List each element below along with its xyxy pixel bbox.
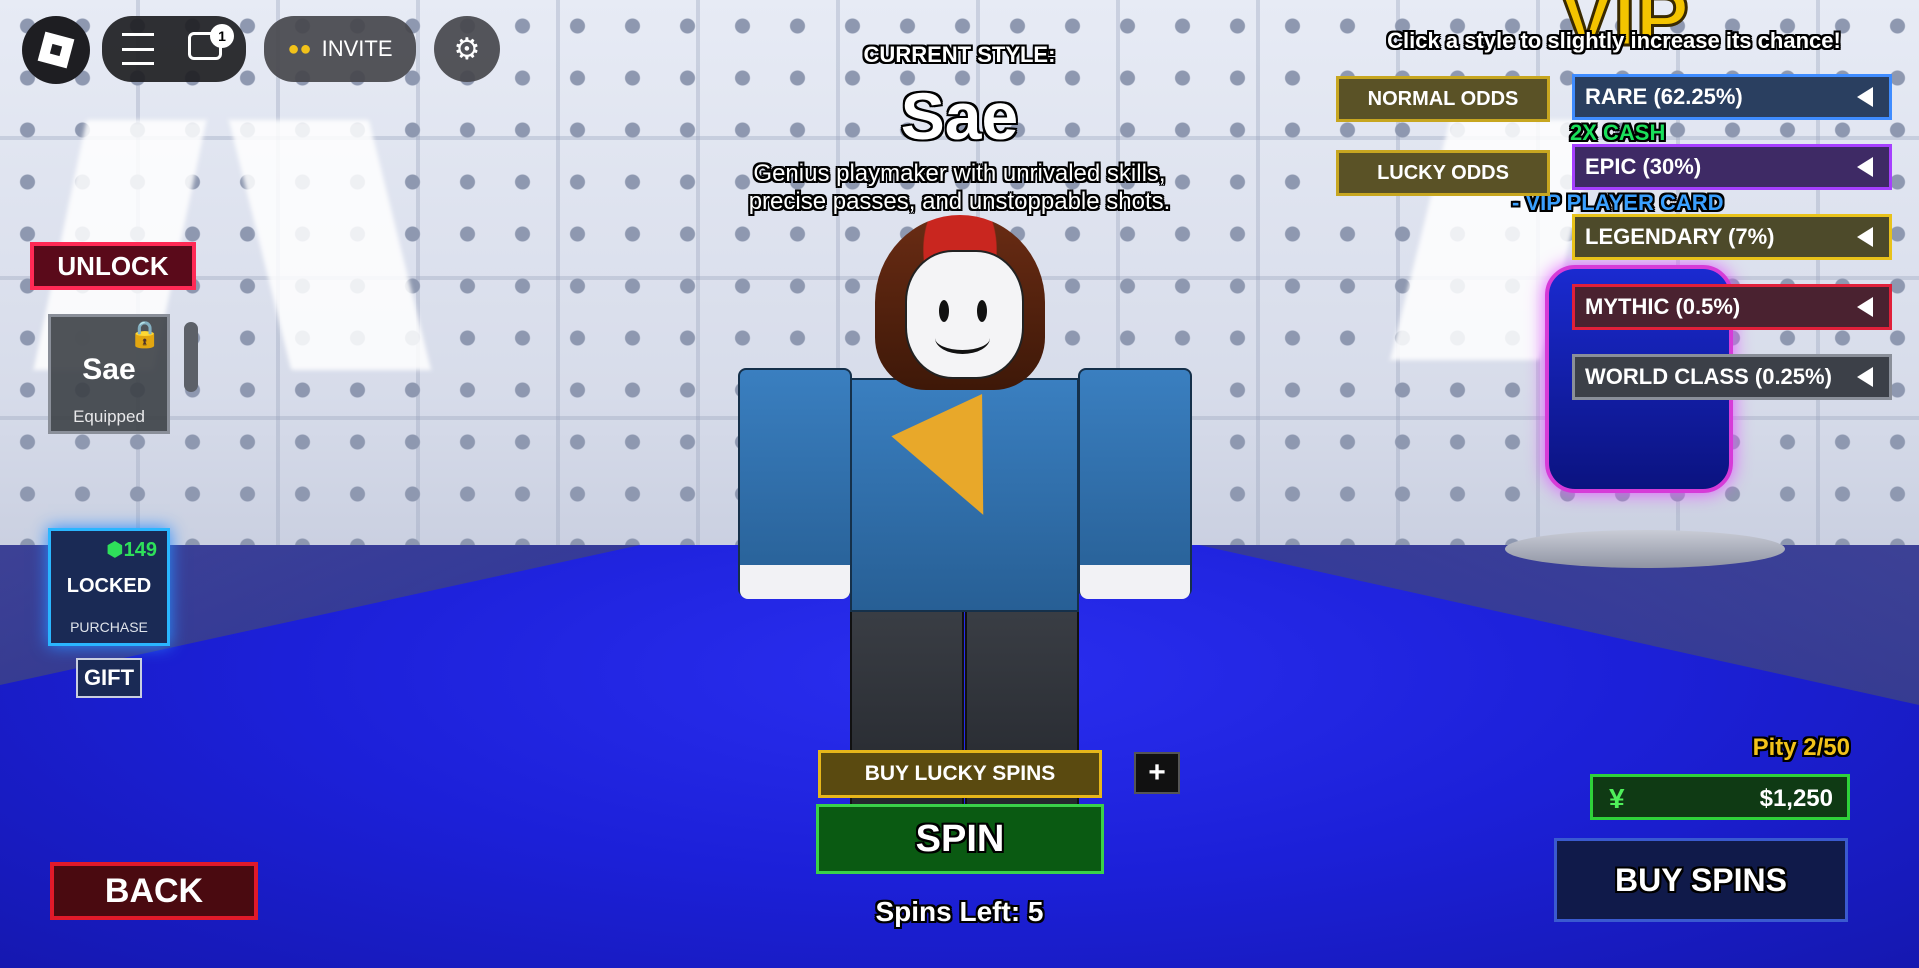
rarity-option[interactable]: MYTHIC (0.5%) [1572, 284, 1892, 330]
locked-style-card[interactable]: ⬢149 LOCKED PURCHASE [48, 528, 170, 646]
rarity-option[interactable]: LEGENDARY (7%) [1572, 214, 1892, 260]
caret-left-icon [1857, 367, 1873, 387]
cash-amount: $1,250 [1759, 785, 1833, 812]
gem-icon: ⬢ [106, 539, 124, 561]
caret-left-icon [1857, 297, 1873, 317]
lock-icon: 🔒 [128, 319, 161, 349]
rarity-label: WORLD CLASS (0.25%) [1585, 364, 1832, 389]
add-spins-button[interactable]: + [1134, 752, 1180, 794]
rarity-label: MYTHIC (0.5%) [1585, 294, 1741, 319]
rarity-option[interactable]: WORLD CLASS (0.25%) [1572, 354, 1892, 400]
rarity-label: LEGENDARY (7%) [1585, 224, 1775, 249]
rarity-option[interactable]: RARE (62.25%) [1572, 74, 1892, 120]
rarity-option[interactable]: EPIC (30%) [1572, 144, 1892, 190]
yen-icon: ¥ [1609, 783, 1625, 814]
rarity-list: RARE (62.25%) EPIC (30%) LEGENDARY (7%) MYT… [1572, 74, 1892, 424]
odds-hint: Click a style to slightly increase its c… [1387, 28, 1841, 53]
locked-price: ⬢149 [106, 539, 157, 561]
locked-label: LOCKED [66, 575, 152, 597]
pity-counter: Pity 2/50 [1752, 734, 1850, 761]
buy-lucky-spins-button[interactable]: BUY LUCKY SPINS [818, 750, 1102, 798]
card-name: Sae [82, 353, 136, 386]
pedestal [1505, 530, 1785, 568]
caret-left-icon [1857, 87, 1873, 107]
head [905, 250, 1024, 379]
caret-left-icon [1857, 227, 1873, 247]
scrollbar-thumb[interactable] [184, 322, 198, 392]
left-arm [738, 368, 852, 599]
avatar-character [720, 210, 1200, 814]
rarity-label: EPIC (30%) [1585, 154, 1702, 179]
card-status: Equipped [73, 407, 145, 426]
unlock-button[interactable]: UNLOCK [30, 242, 196, 290]
caret-left-icon [1857, 157, 1873, 177]
buy-spins-button[interactable]: BUY SPINS [1554, 838, 1848, 922]
style-card-sae[interactable]: 🔒 Sae Equipped [48, 314, 170, 434]
normal-odds-button[interactable]: NORMAL ODDS [1336, 76, 1550, 122]
purchase-label: PURCHASE [70, 619, 148, 635]
lucky-odds-button[interactable]: LUCKY ODDS [1336, 150, 1550, 196]
rarity-label: RARE (62.25%) [1585, 84, 1743, 109]
back-button[interactable]: BACK [50, 862, 258, 920]
gift-button[interactable]: GIFT [76, 658, 142, 698]
right-arm [1078, 368, 1192, 599]
spin-button[interactable]: SPIN [816, 804, 1104, 874]
cash-display: ¥ $1,250 [1590, 774, 1850, 820]
